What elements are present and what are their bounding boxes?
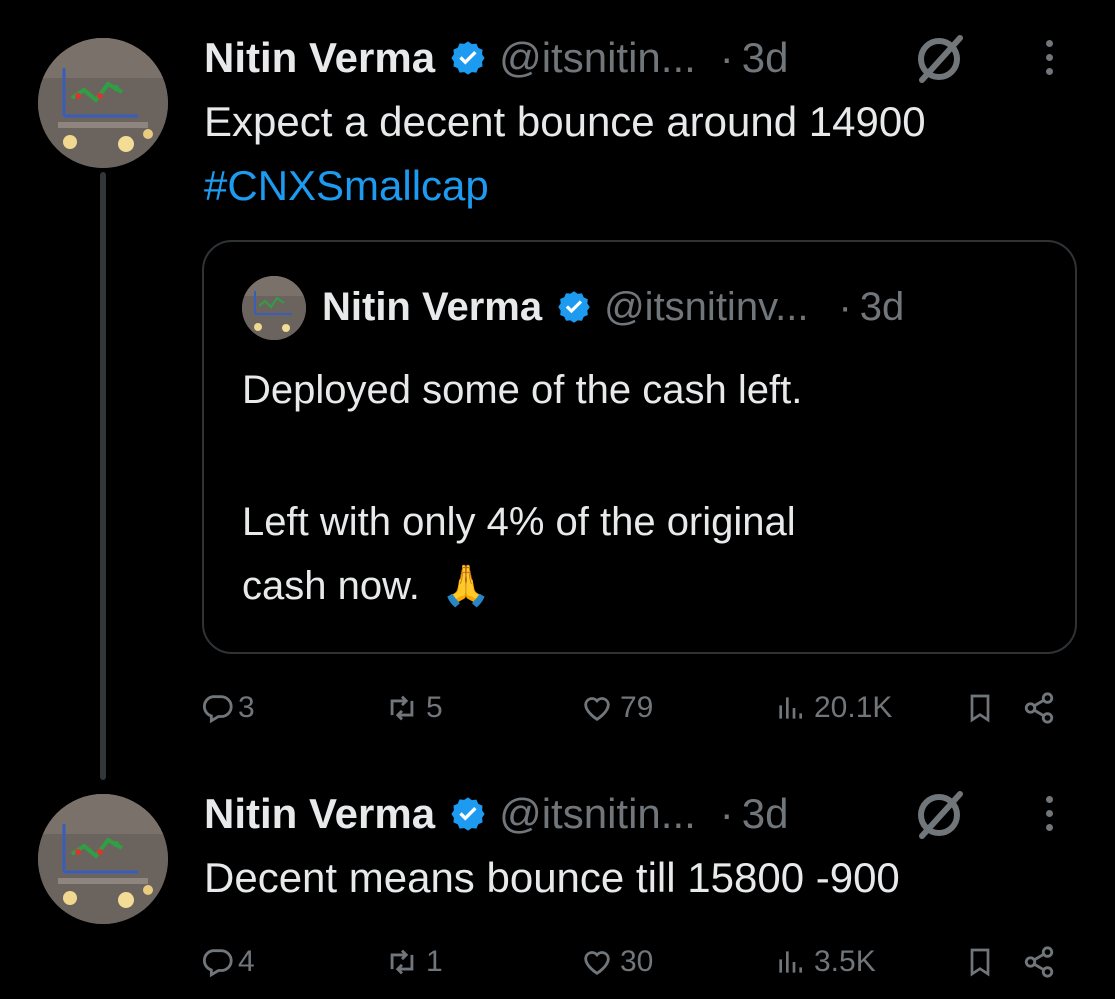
share-icon[interactable] [1022,690,1056,731]
grok-icon[interactable] [912,788,968,840]
verified-badge-icon [556,289,592,325]
timestamp[interactable]: 3d [742,790,789,838]
verified-badge-icon [449,795,487,833]
tweet-header: Nitin Verma @itsnitin... · 3d [204,34,789,82]
tweet-text: Decent means bounce till 15800 -900 [204,846,900,910]
quote-body-line-2: Left with only 4% of the original [242,500,796,544]
quote-body-line-1: Deployed some of the cash left. [242,368,803,412]
author-name[interactable]: Nitin Verma [204,790,435,838]
quote-timestamp: 3d [859,284,905,329]
reply-icon [202,949,233,978]
share-icon[interactable] [1022,944,1056,985]
quote-text-line: Deployed some of the cash left. [242,358,802,422]
tweet-text: Expect a decent bounce around 14900 [204,90,926,154]
avatar[interactable] [38,794,168,924]
bookmark-icon[interactable] [964,690,996,731]
reply-button[interactable]: 4 [200,944,255,980]
reply-count: 4 [238,945,255,978]
grok-icon[interactable] [912,32,968,84]
author-name[interactable]: Nitin Verma [204,34,435,82]
separator-dot: · [719,790,734,837]
more-icon[interactable] [1046,40,1053,75]
author-handle[interactable]: @itsnitin... [499,790,696,838]
tweet-hashtag-line: #CNXSmallcap [204,154,489,218]
separator-dot: · [719,34,734,81]
quote-text-line: cash now. 🙏 [242,554,491,618]
views-count: 20.1K [814,691,893,724]
repost-button[interactable]: 5 [384,690,443,726]
bookmark-icon[interactable] [964,944,996,985]
views-count: 3.5K [814,945,876,978]
quote-header: Nitin Verma @itsnitinv... · 3d [322,284,904,330]
views-icon [779,697,802,719]
views-button[interactable]: 3.5K [774,944,876,980]
views-button[interactable]: 20.1K [774,690,892,726]
avatar-image [38,38,168,168]
avatar-image [242,276,306,340]
timestamp[interactable]: 3d [742,34,789,82]
avatar-image [38,794,168,924]
quote-text-line: Left with only 4% of the original [242,490,796,554]
repost-button[interactable]: 1 [384,944,443,980]
avatar[interactable] [38,38,168,168]
like-count: 30 [620,945,654,978]
quote-author-handle: @itsnitinv... [604,284,809,329]
separator-dot: · [838,284,852,329]
like-button[interactable]: 79 [580,690,653,726]
repost-count: 5 [426,691,443,724]
reply-icon [202,695,233,724]
like-count: 79 [620,691,654,724]
verified-badge-icon [449,39,487,77]
author-handle[interactable]: @itsnitin... [499,34,696,82]
repost-icon [390,949,414,975]
folded-hands-emoji: 🙏 [441,564,491,608]
like-icon [584,951,610,976]
reply-button[interactable]: 3 [200,690,255,726]
tweet-body: Decent means bounce till 15800 -900 [204,854,900,901]
views-icon [779,951,802,973]
repost-icon [390,695,414,721]
quote-author-name: Nitin Verma [322,284,543,329]
thread-connector-line [100,172,106,780]
hashtag-link[interactable]: #CNXSmallcap [204,162,489,209]
quote-body-line-3: cash now. [242,564,420,608]
like-icon [584,697,610,722]
quote-avatar [242,276,306,340]
tweet-header: Nitin Verma @itsnitin... · 3d [204,790,789,838]
tweet-body: Expect a decent bounce around 14900 [204,98,926,145]
reply-count: 3 [238,691,255,724]
repost-count: 1 [426,945,443,978]
like-button[interactable]: 30 [580,944,653,980]
more-icon[interactable] [1046,796,1053,831]
